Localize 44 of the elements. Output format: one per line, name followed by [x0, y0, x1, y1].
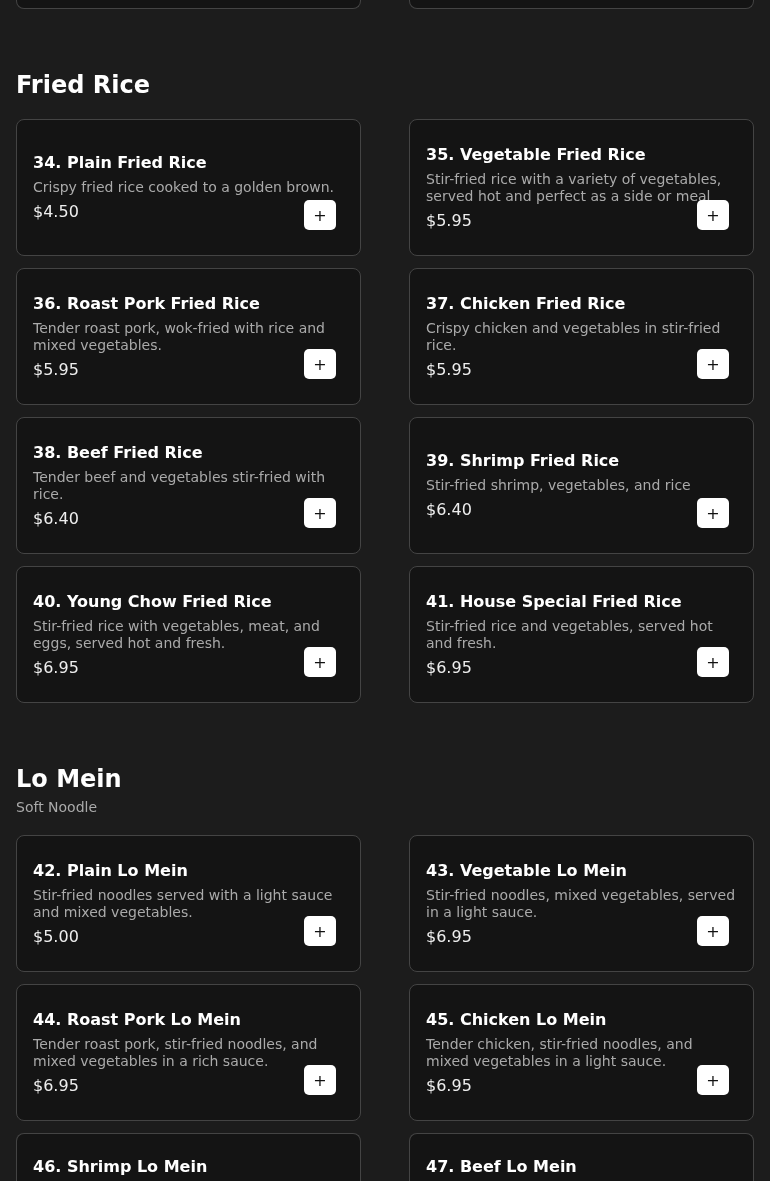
item-name: 38. Beef Fried Rice [33, 442, 204, 463]
item-name: 41. House Special Fried Rice [426, 591, 683, 612]
item-price: $6.40 [426, 500, 472, 520]
item-price: $6.95 [33, 1075, 79, 1096]
item-price: $6.95 [426, 1075, 472, 1096]
item-name: 47. Beef Lo Mein [426, 1157, 578, 1177]
add-button[interactable]: + [697, 1065, 729, 1095]
item-description: Tender chicken, stir-fried noodles, and mixed vegetables in a light sauce. [426, 1035, 694, 1070]
item-name: 34. Plain Fried Rice [33, 153, 208, 173]
item-price: $5.95 [426, 210, 472, 231]
item-description: Stir-fried shrimp, vegetables, and rice [426, 477, 692, 494]
item-name: 46. Shrimp Lo Mein [33, 1157, 209, 1177]
item-price: $4.50 [33, 202, 79, 222]
item-description: Crispy fried rice cooked to a golden brown. [33, 179, 336, 196]
add-button[interactable]: + [697, 349, 729, 379]
item-name: 40. Young Chow Fried Rice [33, 591, 273, 612]
item-price: $6.95 [426, 926, 472, 947]
item-price: $5.00 [33, 926, 79, 947]
item-name: 37. Chicken Fried Rice [426, 293, 627, 314]
item-price: $5.95 [33, 359, 79, 380]
add-button[interactable]: + [697, 647, 729, 677]
section-subtitle: Soft Noodle [16, 799, 99, 816]
item-price: $6.95 [33, 657, 79, 678]
item-name: 39. Shrimp Fried Rice [426, 451, 621, 471]
section-title: Fried Rice [16, 71, 151, 99]
add-button[interactable]: + [304, 647, 336, 677]
item-price: $6.95 [426, 657, 472, 678]
add-button[interactable]: + [304, 200, 336, 230]
add-button[interactable]: + [697, 498, 729, 528]
item-price: $5.95 [426, 359, 472, 380]
add-button[interactable]: + [697, 200, 729, 230]
item-name: 35. Vegetable Fried Rice [426, 144, 647, 165]
add-button[interactable]: + [697, 916, 729, 946]
section-title: Lo Mein [16, 765, 123, 793]
item-name: 44. Roast Pork Lo Mein [33, 1009, 242, 1030]
add-button[interactable]: + [304, 349, 336, 379]
add-button[interactable]: + [304, 498, 336, 528]
add-button[interactable]: + [304, 916, 336, 946]
item-name: 36. Roast Pork Fried Rice [33, 293, 261, 314]
add-button[interactable]: + [304, 1065, 336, 1095]
item-name: 43. Vegetable Lo Mein [426, 860, 628, 881]
item-name: 45. Chicken Lo Mein [426, 1009, 608, 1030]
item-name: 42. Plain Lo Mein [33, 860, 189, 881]
item-price: $6.40 [33, 508, 79, 529]
